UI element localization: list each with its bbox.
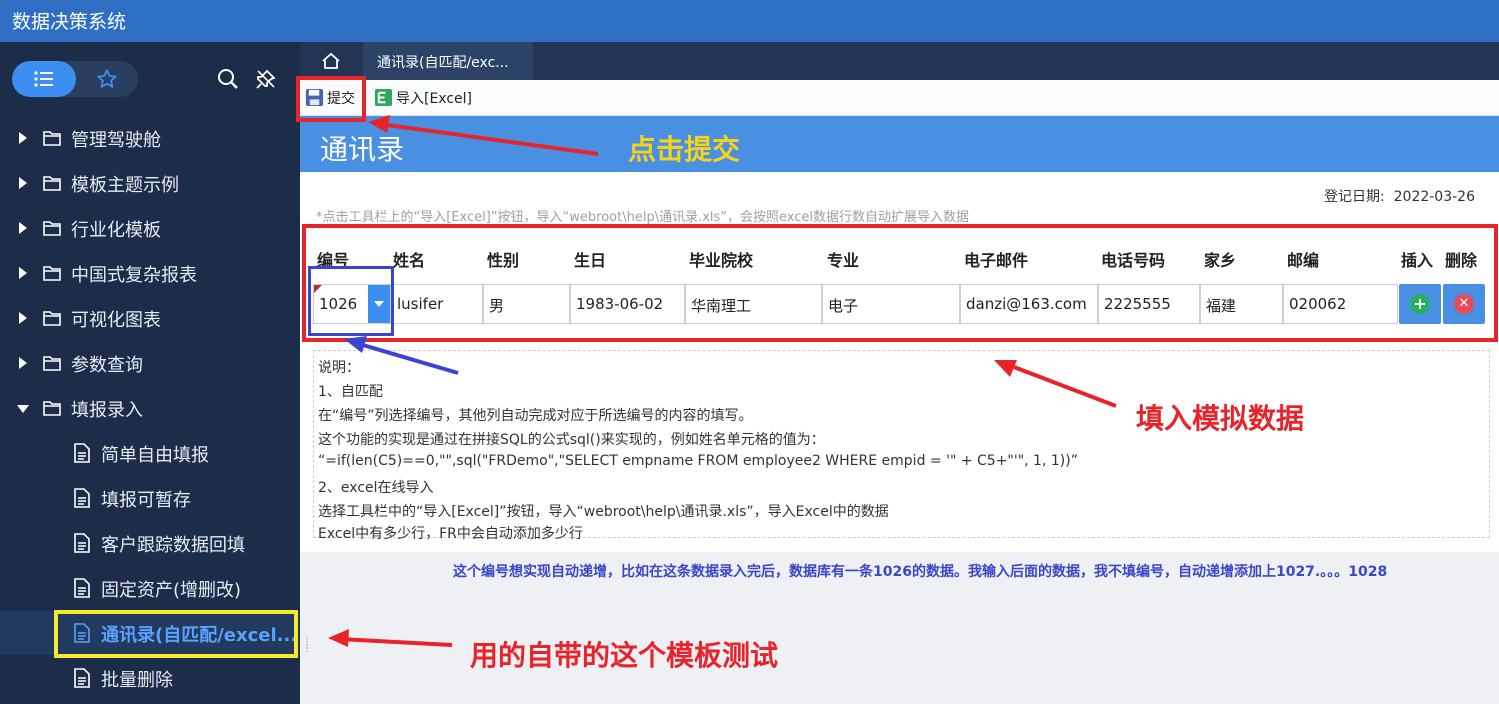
folder-icon	[43, 356, 61, 371]
home-tab[interactable]	[300, 42, 362, 80]
sidebar-resize-handle[interactable]: ⋮ ⋮	[302, 638, 312, 658]
annotation-submit: 点击提交	[628, 133, 741, 166]
sidebar-item-cockpit[interactable]: 管理驾驶舱	[0, 116, 300, 160]
sidebar-leaf-draft-entry[interactable]: 填报可暂存	[0, 476, 300, 520]
sidebar-leaf-label: 简单自由填报	[101, 445, 209, 466]
folder-icon	[43, 311, 61, 326]
description-line: 1、自匹配	[318, 384, 383, 400]
sidebar-item-label: 可视化图表	[71, 310, 161, 331]
sidebar-item-label: 模板主题示例	[71, 175, 179, 196]
sidebar-view-toggle	[12, 61, 138, 97]
description-line: Excel中有多少行，FR中会自动添加多少行	[318, 526, 583, 542]
annotation-box-table	[302, 224, 1498, 342]
sidebar-item-label: 参数查询	[71, 355, 143, 376]
document-icon	[74, 578, 90, 598]
document-icon	[74, 443, 90, 463]
sidebar-item-theme-examples[interactable]: 模板主题示例	[0, 161, 300, 205]
search-icon	[218, 69, 238, 89]
annotation-template: 用的自带的这个模板测试	[470, 639, 779, 672]
unpin-icon	[256, 69, 276, 89]
report-title: 通讯录	[320, 133, 405, 166]
sidebar-leaf-label: 填报可暂存	[101, 490, 191, 511]
report-banner: 通讯录	[300, 116, 1499, 172]
caret-right-icon	[19, 132, 27, 144]
sidebar-item-visual-charts[interactable]: 可视化图表	[0, 296, 300, 340]
sidebar-item-complex-reports[interactable]: 中国式复杂报表	[0, 251, 300, 295]
annotation-box-id	[308, 266, 394, 336]
top-bar: 数据决策系统	[0, 0, 1499, 42]
annotation-fill: 填入模拟数据	[1136, 402, 1305, 435]
sidebar-leaf-label: 批量删除	[101, 670, 173, 691]
sidebar-leaf-label: 客户跟踪数据回填	[101, 535, 245, 556]
search-button[interactable]	[217, 68, 239, 90]
sidebar-leaf-customer-tracking[interactable]: 客户跟踪数据回填	[0, 521, 300, 565]
sidebar-item-industry-templates[interactable]: 行业化模板	[0, 206, 300, 250]
description-line: “=if(len(C5)==0,"",sql("FRDemo","SELECT …	[318, 453, 1078, 469]
sidebar-item-label: 管理驾驶舱	[71, 130, 161, 151]
tab-label: 通讯录(自匹配/exc...	[377, 55, 509, 71]
sidebar-leaf-label: 固定资产(增删改)	[101, 580, 242, 601]
star-icon	[97, 69, 117, 88]
sidebar-leaf-fixed-assets[interactable]: 固定资产(增删改)	[0, 566, 300, 610]
unpin-button[interactable]	[255, 68, 277, 90]
registration-date: 登记日期: 2022-03-26	[1324, 189, 1475, 205]
annotation-box-submit	[296, 76, 366, 122]
folder-icon	[43, 131, 61, 146]
user-note: 这个编号想实现自动递增，比如在这条数据录入完后，数据库有一条1026的数据。我输…	[453, 564, 1388, 580]
sidebar-item-label: 填报录入	[71, 400, 143, 421]
app-title: 数据决策系统	[12, 11, 127, 33]
description-line: 在“编号”列选择编号，其他列自动完成对应于所选编号的内容的填写。	[318, 408, 753, 424]
document-icon	[74, 488, 90, 508]
document-icon	[74, 668, 90, 688]
annotation-box-template	[54, 610, 298, 658]
description-line: 这个功能的实现是通过在拼接SQL的公式sql()来实现的，例如姓名单元格的值为：	[318, 432, 825, 448]
folder-icon	[43, 176, 61, 191]
description-box: 说明： 1、自匹配 在“编号”列选择编号，其他列自动完成对应于所选编号的内容的填…	[313, 350, 1490, 542]
list-icon	[34, 71, 53, 87]
folder-icon	[43, 266, 61, 281]
sidebar-leaf-batch-delete[interactable]: 批量删除	[0, 656, 300, 700]
sidebar-item-label: 行业化模板	[71, 220, 161, 241]
folder-icon	[43, 221, 61, 236]
description-line: 选择工具栏中的“导入[Excel]”按钮，导入“webroot\help\通讯录…	[318, 504, 889, 520]
sidebar-item-param-query[interactable]: 参数查询	[0, 341, 300, 385]
description-line: 说明：	[318, 360, 360, 376]
tab-address-book[interactable]: 通讯录(自匹配/exc...	[363, 42, 533, 80]
caret-right-icon	[19, 357, 27, 369]
home-icon	[322, 52, 340, 69]
favorites-button[interactable]	[76, 61, 138, 97]
tab-bar: 通讯录(自匹配/exc...	[300, 42, 1499, 80]
folder-icon	[43, 401, 61, 416]
document-icon	[74, 533, 90, 553]
caret-right-icon	[19, 222, 27, 234]
sidebar: 管理驾驶舱 模板主题示例 行业化模板 中国式复杂报表 可视化图表 参数查询 填报…	[0, 42, 300, 704]
sidebar-item-label: 中国式复杂报表	[71, 265, 197, 286]
sidebar-leaf-simple-entry[interactable]: 简单自由填报	[0, 431, 300, 475]
list-view-button[interactable]	[12, 61, 76, 97]
caret-right-icon	[19, 312, 27, 324]
excel-icon	[374, 88, 393, 107]
import-hint: *点击工具栏上的“导入[Excel]”按钮，导入“webroot\help\通讯…	[316, 210, 970, 225]
import-excel-button[interactable]: 导入[Excel]	[374, 87, 484, 109]
description-line: 2、excel在线导入	[318, 480, 434, 496]
caret-right-icon	[19, 267, 27, 279]
report-toolbar: 提交 导入[Excel]	[300, 80, 1499, 116]
caret-down-icon	[17, 405, 29, 413]
sidebar-item-data-entry[interactable]: 填报录入	[0, 386, 300, 430]
caret-right-icon	[19, 177, 27, 189]
